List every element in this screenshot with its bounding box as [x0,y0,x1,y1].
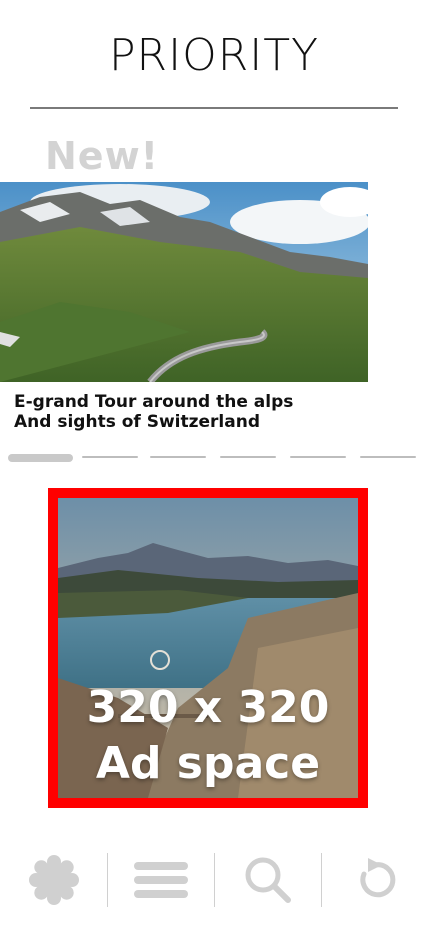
nav-search-button[interactable] [214,845,321,915]
carousel-indicator [8,454,418,462]
carousel-dot-active[interactable] [8,454,73,462]
nav-badge-button[interactable] [0,845,107,915]
carousel-dot[interactable] [360,456,416,458]
carousel-dot[interactable] [220,456,276,458]
ad-size-text: 320 x 320 [86,682,330,733]
caption-line-1: E-grand Tour around the alps [14,392,294,412]
brand-logo: PRIORITY [108,30,320,81]
ad-space-text: Ad space [95,738,321,789]
new-badge: New! [45,134,160,178]
carousel-dot[interactable] [290,456,346,458]
ad-label: 320 x 320 Ad space [58,680,358,792]
mountain-landscape-image [0,182,368,382]
menu-icon [133,862,188,898]
carousel-dot[interactable] [82,456,138,458]
nav-menu-button[interactable] [107,845,214,915]
caption-line-2: And sights of Switzerland [14,412,261,432]
refresh-icon [359,858,395,898]
bottom-nav [0,845,428,915]
header-divider [30,107,398,109]
search-icon [245,857,291,903]
carousel-dot[interactable] [150,456,206,458]
ad-banner[interactable]: 320 x 320 Ad space [48,488,368,808]
featured-caption[interactable]: E-grand Tour around the alps And sights … [14,392,293,432]
featured-image[interactable] [0,182,368,382]
nav-refresh-button[interactable] [321,845,428,915]
badge-icon [28,855,79,905]
